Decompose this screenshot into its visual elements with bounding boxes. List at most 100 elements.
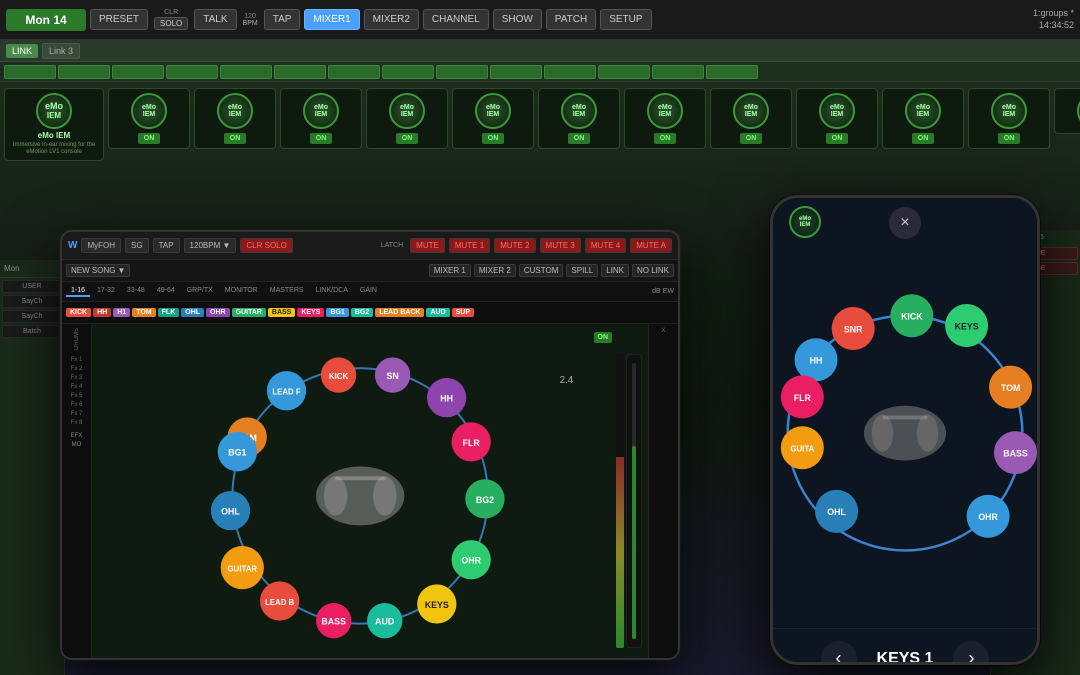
- tablet-right-panel: X: [648, 324, 678, 658]
- mixer2-dropdown[interactable]: MIXER 2: [474, 264, 516, 277]
- emo-iem-11[interactable]: eMoIEM ON: [968, 88, 1050, 149]
- emo-iem-3[interactable]: eMoIEM ON: [280, 88, 362, 149]
- user-btn[interactable]: USER: [2, 280, 62, 293]
- emo-iem-2[interactable]: eMoIEM ON: [194, 88, 276, 149]
- tab-link-dca[interactable]: LINK/DCA: [311, 286, 353, 297]
- level-meter: [616, 354, 624, 648]
- tablet-tap-button[interactable]: TAP: [153, 238, 180, 253]
- mixer2-button[interactable]: MIXER2: [364, 9, 419, 30]
- ch-guitar[interactable]: GUITAR: [232, 308, 266, 317]
- session-dropdown[interactable]: NEW SONG▼: [66, 264, 130, 277]
- on-btn-2[interactable]: ON: [224, 133, 247, 144]
- fader-control[interactable]: [626, 354, 642, 648]
- emo-iem-9[interactable]: eMoIEM ON: [796, 88, 878, 149]
- ch-hi[interactable]: H1: [113, 308, 130, 317]
- prev-channel-button[interactable]: ‹: [821, 641, 857, 663]
- emo-iem-10[interactable]: eMoIEM ON: [882, 88, 964, 149]
- show-button[interactable]: SHOW: [493, 9, 542, 30]
- no-link-dropdown[interactable]: NO LINK: [632, 264, 674, 277]
- ch-bg2[interactable]: BG2: [351, 308, 373, 317]
- tab-grp-tx[interactable]: GRP/TX: [182, 286, 218, 297]
- ch-bg1[interactable]: BG1: [326, 308, 348, 317]
- tablet-topbar: W MyFOH SG TAP 120BPM ▼ CLR SOLO LATCH M…: [62, 232, 678, 260]
- svg-text:SNR: SNR: [844, 324, 863, 334]
- mute-btn-4b[interactable]: MUTE 4: [585, 238, 626, 253]
- emo-iem-12[interactable]: eMoIEM: [1054, 88, 1080, 134]
- patch-button[interactable]: PATCH: [546, 9, 596, 30]
- mute-btn-4[interactable]: MUTE 3: [540, 238, 581, 253]
- ch-hh-short[interactable]: HH: [93, 308, 111, 317]
- fader-notch-3: [112, 65, 164, 79]
- ch-ohl[interactable]: OHL: [181, 308, 204, 317]
- top-navigation-bar: Mon 14 PRESET CLR SOLO TALK 120 BPM TAP …: [0, 0, 1080, 40]
- on-btn-7[interactable]: ON: [654, 133, 677, 144]
- ch-lead-back[interactable]: LEAD BACK: [375, 308, 424, 317]
- batch-btn[interactable]: Batch: [2, 325, 62, 338]
- ch-keys[interactable]: KEYS: [297, 308, 324, 317]
- emo-iem-1[interactable]: eMoIEM ON: [108, 88, 190, 149]
- on-btn-10[interactable]: ON: [912, 133, 935, 144]
- mixer1-button[interactable]: MIXER1: [304, 9, 359, 30]
- emo-iem-6[interactable]: eMoIEM ON: [538, 88, 620, 149]
- channel-button[interactable]: CHANNEL: [423, 9, 489, 30]
- emo-iem-8[interactable]: eMoIEM ON: [710, 88, 792, 149]
- ch-tom[interactable]: TOM: [132, 308, 155, 317]
- talk-button[interactable]: TALK: [194, 9, 236, 30]
- on-btn-5[interactable]: ON: [482, 133, 505, 144]
- mute-btn-a[interactable]: MUTE A: [630, 238, 672, 253]
- custom-dropdown[interactable]: CUSTOM: [519, 264, 564, 277]
- link-dropdown-tablet[interactable]: LINK: [601, 264, 629, 277]
- fader-notch-12: [598, 65, 650, 79]
- next-channel-button[interactable]: ›: [953, 641, 989, 663]
- fader-notch-14: [706, 65, 758, 79]
- spill-dropdown[interactable]: SPILL: [566, 264, 598, 277]
- ch-bass[interactable]: BASS: [268, 308, 295, 317]
- clr-solo-button[interactable]: SOLO: [154, 17, 188, 30]
- phone-close-button[interactable]: ×: [889, 207, 921, 239]
- saych-btn-1[interactable]: SayCh: [2, 295, 62, 308]
- setup-button[interactable]: SETUP: [600, 9, 651, 30]
- tab-1-16[interactable]: 1-16: [66, 286, 90, 297]
- on-btn-3[interactable]: ON: [310, 133, 333, 144]
- fader-notch-4: [166, 65, 218, 79]
- svg-text:SN: SN: [386, 371, 398, 381]
- on-btn-11[interactable]: ON: [998, 133, 1021, 144]
- mute-btn-1[interactable]: MUTE: [410, 238, 445, 253]
- on-btn-8[interactable]: ON: [740, 133, 763, 144]
- server-info: 1:groups * 14:34:52: [1033, 8, 1074, 31]
- mixer1-dropdown[interactable]: MIXER 1: [429, 264, 471, 277]
- on-btn-1[interactable]: ON: [138, 133, 161, 144]
- saych-btn-2[interactable]: SayCh: [2, 310, 62, 323]
- tab-monitor[interactable]: MONITOR: [220, 286, 263, 297]
- tab-33-48[interactable]: 33-48: [122, 286, 150, 297]
- tab-17-32[interactable]: 17-32: [92, 286, 120, 297]
- clr-solo-tablet[interactable]: CLR SOLO: [240, 238, 292, 253]
- next-arrow-icon: ›: [968, 648, 974, 662]
- ch-aud[interactable]: AUD: [426, 308, 449, 317]
- emo-iem-4[interactable]: eMoIEM ON: [366, 88, 448, 149]
- tab-gain[interactable]: GAIN: [355, 286, 382, 297]
- svg-text:KICK: KICK: [329, 372, 349, 381]
- preset-button[interactable]: PRESET: [90, 9, 148, 30]
- tab-masters[interactable]: MASTERS: [265, 286, 309, 297]
- emo-icon-9: eMoIEM: [819, 93, 855, 129]
- ch-flk[interactable]: FLK: [158, 308, 180, 317]
- emo-iem-featured[interactable]: eMo IEM eMo IEM Immersive in-ear mixing …: [4, 88, 104, 161]
- tap-button[interactable]: TAP: [264, 9, 301, 30]
- svg-text:OHL: OHL: [827, 507, 846, 517]
- phone-bottom-nav: ‹ KEYS 1 ›: [773, 628, 1037, 662]
- mute-btn-3[interactable]: MUTE 2: [494, 238, 535, 253]
- ch-ohr[interactable]: OHR: [206, 308, 230, 317]
- on-btn-9[interactable]: ON: [826, 133, 849, 144]
- tab-49-64[interactable]: 49-64: [152, 286, 180, 297]
- emo-iem-7[interactable]: eMoIEM ON: [624, 88, 706, 149]
- mute-btn-2[interactable]: MUTE 1: [449, 238, 490, 253]
- emo-iem-5[interactable]: eMoIEM ON: [452, 88, 534, 149]
- on-btn-6[interactable]: ON: [568, 133, 591, 144]
- on-btn-4[interactable]: ON: [396, 133, 419, 144]
- sg-button[interactable]: SG: [125, 238, 149, 253]
- ch-sup[interactable]: SUP: [452, 308, 474, 317]
- tablet-left-panel: DRUMS Fx 1 Fx 2 Fx 3 Fx 4 Fx 5 Fx 6 Fx 7…: [62, 324, 92, 658]
- ch-kick[interactable]: KICK: [66, 308, 91, 317]
- link3-dropdown[interactable]: Link 3: [42, 43, 80, 59]
